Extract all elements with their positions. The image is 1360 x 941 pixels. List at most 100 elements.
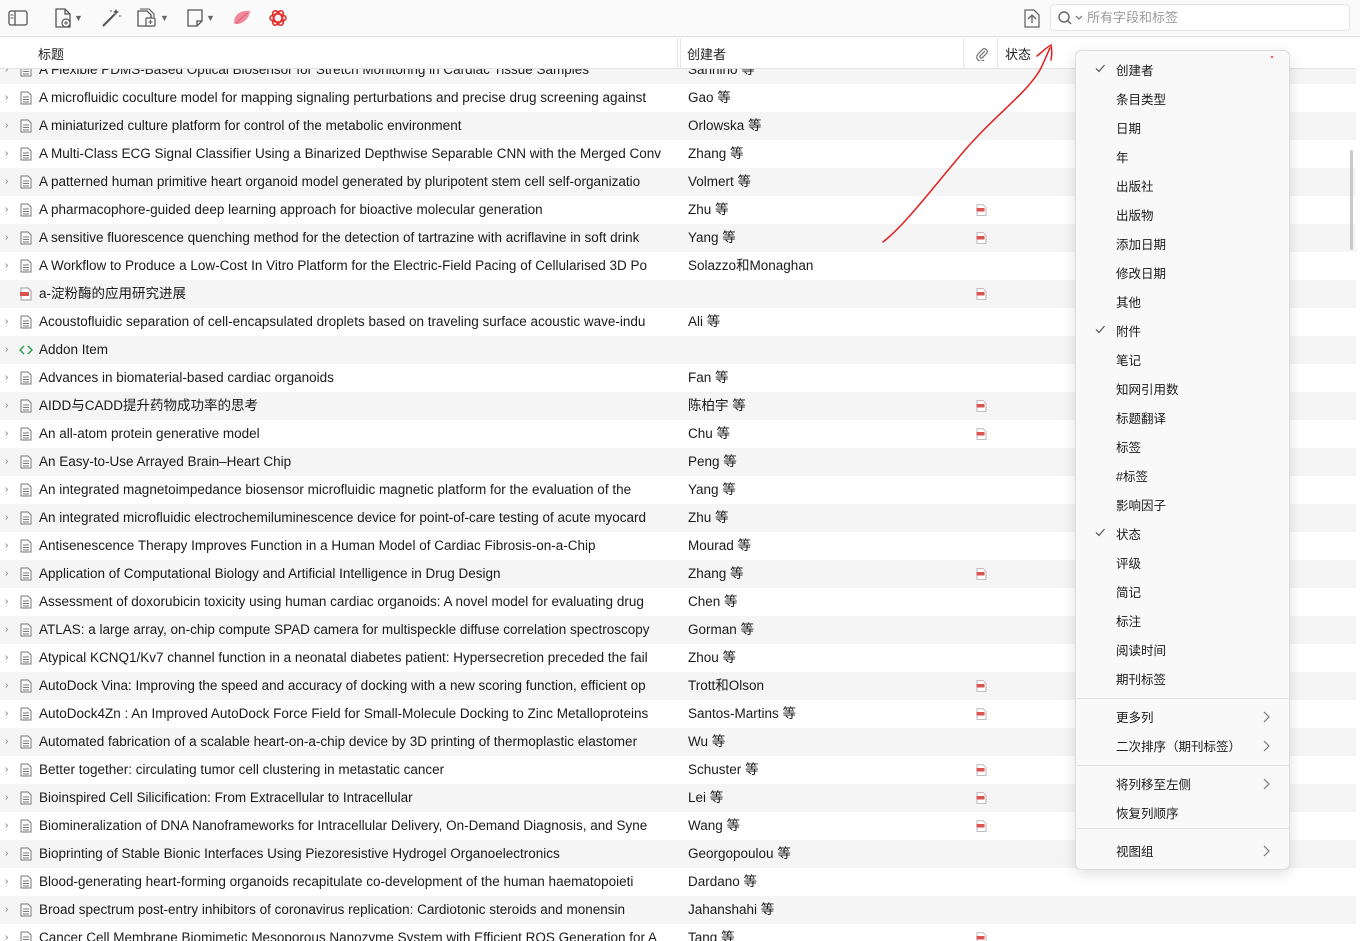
column-header-attachments[interactable]	[966, 38, 998, 69]
expand-chevron-icon[interactable]: ›	[5, 765, 15, 775]
scrollbar[interactable]	[1350, 150, 1353, 250]
menu-item-move-column-left[interactable]: 将列移至左侧	[1076, 769, 1289, 798]
menu-item-column-option[interactable]: 标签	[1076, 432, 1289, 461]
column-header-creator[interactable]: 创建者	[680, 38, 964, 69]
expand-chevron-icon[interactable]: ›	[5, 821, 15, 831]
menu-item-column-option[interactable]: 年	[1076, 142, 1289, 171]
menu-item-column-option[interactable]: 简记	[1076, 577, 1289, 606]
menu-item-restore-column-order[interactable]: 恢复列顺序	[1076, 798, 1289, 827]
expand-chevron-icon[interactable]: ›	[5, 597, 15, 607]
item-creator: Wu 等	[688, 734, 726, 749]
menu-item-column-option[interactable]: 出版物	[1076, 200, 1289, 229]
expand-chevron-icon[interactable]: ›	[5, 429, 15, 439]
expand-chevron-icon[interactable]: ›	[5, 793, 15, 803]
expand-chevron-icon[interactable]: ›	[5, 653, 15, 663]
menu-item-label: #标签	[1116, 470, 1148, 484]
pdf-attachment-icon[interactable]	[976, 400, 988, 412]
menu-item-column-option[interactable]: 知网引用数	[1076, 374, 1289, 403]
menu-item-column-option[interactable]: 出版社	[1076, 171, 1289, 200]
expand-chevron-icon[interactable]: ›	[5, 373, 15, 383]
menu-item-column-option[interactable]: 影响因子	[1076, 490, 1289, 519]
new-item-button[interactable]: ▼	[54, 6, 83, 30]
menu-item-column-option[interactable]: 笔记	[1076, 345, 1289, 374]
expand-chevron-icon[interactable]: ›	[5, 93, 15, 103]
pdf-attachment-icon[interactable]	[976, 708, 988, 720]
menu-item-column-option[interactable]: 状态	[1076, 519, 1289, 548]
magic-wand-button[interactable]	[100, 6, 122, 30]
expand-chevron-icon[interactable]: ›	[5, 569, 15, 579]
menu-item-label: 出版物	[1116, 209, 1154, 223]
expand-chevron-icon[interactable]: ›	[5, 513, 15, 523]
pdf-attachment-icon[interactable]	[976, 288, 988, 300]
menu-item-column-option[interactable]: 条目类型	[1076, 84, 1289, 113]
table-row[interactable]: › Cancer Cell Membrane Biomimetic Mesopor…	[0, 924, 1356, 941]
pdf-attachment-icon[interactable]	[976, 792, 988, 804]
expand-chevron-icon[interactable]: ›	[5, 345, 15, 355]
menu-item-column-option[interactable]: #标签	[1076, 461, 1289, 490]
menu-item-column-option[interactable]: 附件	[1076, 316, 1289, 345]
menu-item-column-option[interactable]: 添加日期	[1076, 229, 1289, 258]
checkmark-icon	[1094, 323, 1106, 335]
expand-chevron-icon[interactable]: ›	[5, 233, 15, 243]
pdf-attachment-icon[interactable]	[976, 680, 988, 692]
pdf-attachment-icon[interactable]	[976, 232, 988, 244]
expand-chevron-icon[interactable]: ›	[5, 149, 15, 159]
expand-chevron-icon[interactable]: ›	[5, 681, 15, 691]
pane-toggle-button[interactable]	[8, 6, 28, 30]
item-title: A Multi-Class ECG Signal Classifier Usin…	[39, 146, 662, 161]
menu-item-more-columns[interactable]: 更多列	[1076, 702, 1289, 731]
expand-chevron-icon[interactable]: ›	[5, 625, 15, 635]
pdf-attachment-icon[interactable]	[976, 568, 988, 580]
table-row[interactable]: › Broad spectrum post-entry inhibitors of…	[0, 896, 1356, 924]
column-header-status[interactable]: 状态	[999, 38, 1059, 69]
menu-item-column-option[interactable]: 标注	[1076, 606, 1289, 635]
menu-item-column-option[interactable]: 日期	[1076, 113, 1289, 142]
search-box[interactable]	[1050, 4, 1350, 31]
search-input[interactable]	[1087, 10, 1327, 25]
menu-item-column-option[interactable]: 评级	[1076, 548, 1289, 577]
column-header-title[interactable]: 标题	[32, 38, 678, 69]
expand-chevron-icon[interactable]: ›	[5, 877, 15, 887]
add-attachment-button[interactable]: ▼	[136, 6, 169, 30]
expand-chevron-icon[interactable]: ›	[5, 401, 15, 411]
table-row[interactable]: › Blood-generating heart-forming organoid…	[0, 868, 1356, 896]
menu-item-label: 标题翻译	[1116, 412, 1167, 426]
document-icon	[19, 931, 33, 941]
expand-chevron-icon[interactable]: ›	[5, 905, 15, 915]
expand-chevron-icon[interactable]: ›	[5, 485, 15, 495]
sync-button[interactable]	[1021, 6, 1045, 30]
menu-item-column-option[interactable]: 期刊标签	[1076, 664, 1289, 693]
menu-item-label: 其他	[1116, 296, 1142, 310]
expand-chevron-icon[interactable]: ›	[5, 121, 15, 131]
menu-item-column-option[interactable]: 其他	[1076, 287, 1289, 316]
openai-button[interactable]	[267, 6, 289, 30]
feather-button[interactable]	[231, 6, 253, 30]
search-icon[interactable]	[1057, 10, 1083, 26]
pdf-attachment-icon[interactable]	[976, 932, 988, 941]
item-creator: Volmert 等	[688, 174, 752, 189]
menu-item-view-groups[interactable]: 视图组	[1076, 836, 1289, 865]
menu-item-column-option[interactable]: 创建者	[1076, 55, 1289, 84]
expand-chevron-icon[interactable]: ›	[5, 849, 15, 859]
pdf-attachment-icon[interactable]	[976, 820, 988, 832]
menu-item-secondary-sort[interactable]: 二次排序（期刊标签）	[1076, 731, 1289, 760]
new-note-button[interactable]: ▼	[186, 6, 215, 30]
expand-chevron-icon[interactable]: ›	[5, 933, 15, 941]
menu-item-column-option[interactable]: 阅读时间	[1076, 635, 1289, 664]
pdf-attachment-icon[interactable]	[976, 428, 988, 440]
document-icon	[19, 427, 33, 441]
expand-chevron-icon[interactable]: ›	[5, 737, 15, 747]
expand-chevron-icon[interactable]: ›	[5, 317, 15, 327]
expand-chevron-icon[interactable]: ›	[5, 541, 15, 551]
pdf-attachment-icon[interactable]	[976, 204, 988, 216]
menu-item-column-option[interactable]: 修改日期	[1076, 258, 1289, 287]
menu-item-column-option[interactable]: 标题翻译	[1076, 403, 1289, 432]
item-title: Blood-generating heart-forming organoids…	[39, 874, 634, 889]
pdf-attachment-icon[interactable]	[976, 764, 988, 776]
expand-chevron-icon[interactable]: ›	[5, 205, 15, 215]
expand-chevron-icon[interactable]: ›	[5, 177, 15, 187]
expand-chevron-icon[interactable]: ›	[5, 709, 15, 719]
expand-chevron-icon[interactable]: ›	[5, 457, 15, 467]
expand-chevron-icon[interactable]: ›	[5, 261, 15, 271]
item-creator: Zhang 等	[688, 566, 744, 581]
